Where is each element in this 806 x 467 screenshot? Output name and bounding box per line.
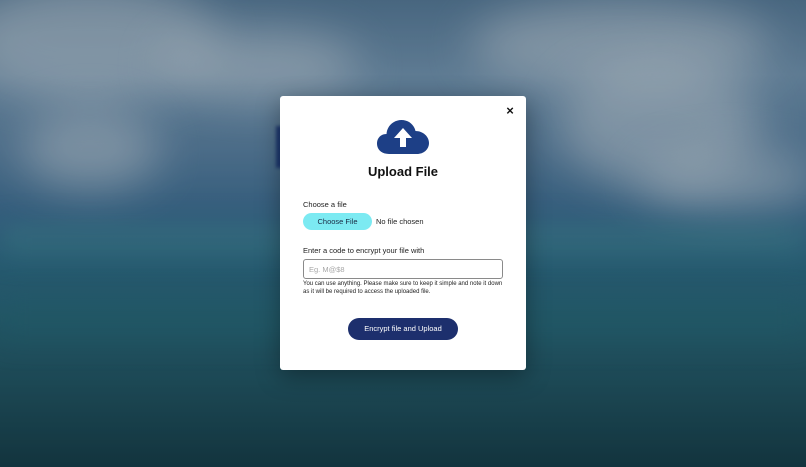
encrypt-upload-button[interactable]: Encrypt file and Upload <box>348 318 458 340</box>
close-button[interactable]: × <box>504 104 516 118</box>
cloud-upload-icon <box>377 120 429 154</box>
modal-title: Upload File <box>367 164 439 179</box>
choose-file-button[interactable]: Choose File <box>303 213 372 230</box>
code-label: Enter a code to encrypt your file with <box>303 246 425 255</box>
choose-file-label: Choose a file <box>303 200 347 209</box>
code-help-text: You can use anything. Please make sure t… <box>303 281 503 295</box>
page-background: Oce Files × Upload File Choose a file Ch… <box>0 0 806 467</box>
upload-modal: × Upload File Choose a file Choose File … <box>280 96 526 370</box>
encryption-code-input[interactable] <box>303 259 503 279</box>
file-status: No file chosen <box>376 217 424 226</box>
close-icon: × <box>506 103 514 118</box>
